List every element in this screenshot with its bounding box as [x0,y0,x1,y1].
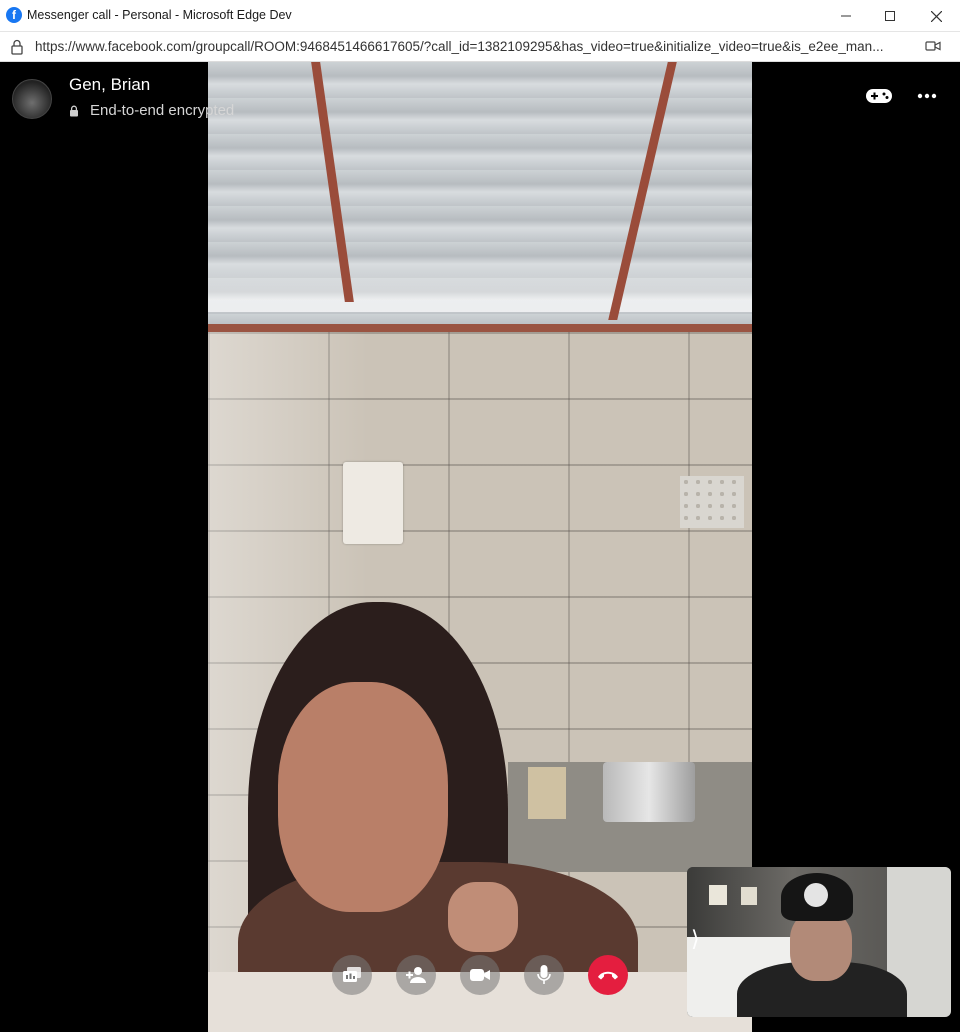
window-title: Messenger call - Personal - Microsoft Ed… [27,8,292,22]
self-view-video[interactable]: ⟩ [687,867,951,1017]
encryption-status: End-to-end encrypted [90,102,235,119]
raiders-logo-icon [804,883,828,907]
close-button[interactable] [913,0,959,32]
remote-video [208,62,752,1032]
address-bar[interactable]: https://www.facebook.com/groupcall/ROOM:… [0,32,960,62]
more-options-icon [917,93,937,99]
maximize-icon [885,11,895,21]
lock-icon [70,105,78,117]
window-title-bar: f Messenger call - Personal - Microsoft … [0,0,960,32]
camera-in-use-icon[interactable] [925,40,941,52]
share-screen-button[interactable] [332,955,372,995]
caller-name: Gen, Brian [69,75,151,94]
share-screen-icon [343,967,361,982]
microphone-icon [537,965,551,984]
end-call-button[interactable] [588,955,628,995]
url-text[interactable]: https://www.facebook.com/groupcall/ROOM:… [35,39,915,54]
minimize-button[interactable] [823,0,869,32]
call-area: Gen, Brian End-to-end encrypted ⟩ [1,62,959,1032]
maximize-button[interactable] [867,0,913,32]
close-icon [930,10,942,22]
end-call-icon [598,971,618,980]
more-options-button[interactable] [912,81,942,111]
toggle-video-button[interactable] [460,955,500,995]
video-camera-icon [470,969,490,981]
games-button[interactable] [864,81,894,111]
call-controls [332,955,628,995]
toggle-mic-button[interactable] [524,955,564,995]
facebook-logo-icon: f [6,7,22,23]
caller-avatar[interactable] [12,79,52,119]
add-person-button[interactable] [396,955,436,995]
lock-icon[interactable] [10,39,24,55]
minimize-icon [841,15,851,17]
collapse-self-view-button[interactable]: ⟩ [691,927,700,952]
game-controller-icon [866,89,892,103]
add-person-icon [406,967,426,983]
